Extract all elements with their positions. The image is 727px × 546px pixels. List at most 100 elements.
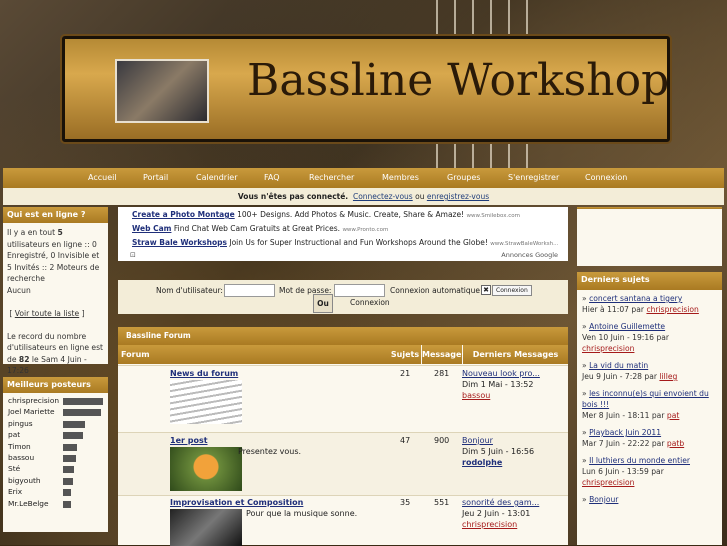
recent-user[interactable]: lilleg <box>659 372 677 381</box>
online-line1b: utilisateurs en ligne :: 0 Enregistré, 0… <box>7 239 100 284</box>
recent-user[interactable]: chrisprecision <box>646 305 698 314</box>
recent-title[interactable]: La vid du matin <box>589 361 648 370</box>
poster-name[interactable]: bassou <box>8 453 34 462</box>
recent-title[interactable]: les inconnu(e)s qui envoient du bois !!! <box>582 389 709 409</box>
auto-login-label: Connexion automatique <box>390 286 480 295</box>
nav-accueil[interactable]: Accueil <box>88 173 117 182</box>
forum-name[interactable]: 1er post <box>170 436 208 445</box>
ad-url-3[interactable]: www.StrawBaleWorksh... <box>490 241 558 247</box>
right-top-box <box>577 207 722 266</box>
online-box: Qui est en ligne ? Il y a en tout 5 util… <box>3 207 108 375</box>
password-input[interactable] <box>334 284 385 297</box>
right-top-bar <box>577 207 722 209</box>
poster-name[interactable]: Timon <box>8 442 31 451</box>
col-topics: Sujets <box>389 345 421 364</box>
forum-messages: 551 <box>434 498 450 507</box>
nav-faq[interactable]: FAQ <box>264 173 280 182</box>
bullet-icon: » <box>582 322 590 331</box>
nav-calendrier[interactable]: Calendrier <box>196 173 238 182</box>
drink-image <box>170 447 242 491</box>
recent-title[interactable]: Playback Juin 2011 <box>589 428 661 437</box>
nav-groupes[interactable]: Groupes <box>447 173 480 182</box>
recent-by: par <box>651 411 665 420</box>
recent-user[interactable]: chrisprecision <box>582 344 634 353</box>
recent-list: » concert santana a tigery Hier à 11:07 p… <box>577 290 722 511</box>
recent-item: » Playback Juin 2011 Mar 7 Juin - 22:22 p… <box>577 427 722 455</box>
recent-title[interactable]: Bonjour <box>589 495 618 504</box>
recent-user[interactable]: chrisprecision <box>582 478 634 487</box>
ad-title-3[interactable]: Straw Bale Workshops <box>132 238 227 247</box>
recent-item: » les inconnu(e)s qui envoient du bois !… <box>577 388 722 427</box>
google-ads: Create a Photo Montage 100+ Designs. Add… <box>118 207 568 261</box>
forum-category-title[interactable]: Bassline Forum <box>118 327 568 345</box>
last-post-user[interactable]: bassou <box>462 391 490 400</box>
recent-item: » Il luthiers du monde entier Lun 6 Juin … <box>577 455 722 494</box>
login-link[interactable]: Connectez-vous <box>353 192 413 201</box>
ads-footer[interactable]: Annonces Google <box>501 251 558 259</box>
last-post-user[interactable]: rodolphe <box>462 458 502 467</box>
bullet-icon: » <box>582 361 590 370</box>
login-submit-button[interactable]: Connexion <box>492 285 532 296</box>
bullet-icon: » <box>582 294 590 303</box>
ad-title-2[interactable]: Web Cam <box>132 224 171 233</box>
ad-title-1[interactable]: Create a Photo Montage <box>132 210 235 219</box>
forum-row: Improvisation et Composition Pour que la… <box>118 495 568 546</box>
recent-title[interactable]: Il luthiers du monde entier <box>589 456 690 465</box>
recent-user[interactable]: patb <box>667 439 684 448</box>
forum-name[interactable]: Improvisation et Composition <box>170 498 303 507</box>
forum-topics: 35 <box>400 498 411 507</box>
ad-choices-icon[interactable]: ⊡ <box>130 251 136 259</box>
nav-membres[interactable]: Membres <box>382 173 419 182</box>
forum-row: News du forum 21 281 Nouveau look pro...… <box>118 365 568 432</box>
connexion-link[interactable]: Connexion <box>350 298 390 307</box>
recent-by: par <box>651 467 664 476</box>
poster-name[interactable]: pat <box>8 430 20 439</box>
poster-name[interactable]: bigyouth <box>8 476 41 485</box>
ad-text-1: 100+ Designs. Add Photos & Music. Create… <box>237 210 465 219</box>
nav-rechercher[interactable]: Rechercher <box>309 173 354 182</box>
ad-url-2[interactable]: www.Pronto.com <box>342 227 388 233</box>
ad-url-1[interactable]: www.Smilebox.com <box>467 213 520 219</box>
poster-row: Timon <box>3 442 108 453</box>
online-heading: Qui est en ligne ? <box>3 207 108 223</box>
poster-row: bassou <box>3 453 108 464</box>
last-post-user[interactable]: chrisprecision <box>462 520 517 529</box>
or-button[interactable]: Ou <box>313 294 333 313</box>
view-all-link[interactable]: Voir toute la liste <box>15 309 79 318</box>
register-link[interactable]: enregistrez-vous <box>427 192 489 201</box>
ad-text-3: Join Us for Super Instructional and Fun … <box>229 238 488 247</box>
forum-name[interactable]: News du forum <box>170 369 238 378</box>
poster-bar <box>63 454 76 462</box>
poster-name[interactable]: Sté <box>8 464 20 473</box>
auto-login-checkbox[interactable]: ✖ <box>481 285 491 295</box>
recent-title[interactable]: Antoine Guillemette <box>589 322 665 331</box>
poster-row: Sté <box>3 464 108 475</box>
recent-title[interactable]: concert santana a tigery <box>589 294 682 303</box>
newspaper-image <box>170 380 242 424</box>
posters-list: chrisprecision Joel Mariette pingus pat Timo… <box>3 393 108 510</box>
nav-connexion[interactable]: Connexion <box>585 173 627 182</box>
nav-portail[interactable]: Portail <box>143 173 168 182</box>
poster-name[interactable]: Joel Mariette <box>8 407 55 416</box>
online-count: 5 <box>57 228 63 237</box>
forum-messages: 900 <box>434 436 450 445</box>
top-posters-box: Meilleurs posteurs chrisprecision Joel Ma… <box>3 377 108 532</box>
poster-name[interactable]: Mr.LeBelge <box>8 499 49 508</box>
last-post-title[interactable]: sonorité des gam... <box>462 498 539 507</box>
last-post-title[interactable]: Nouveau look pro... <box>462 369 540 378</box>
last-post-date: Dim 1 Mai - 13:52 <box>462 380 534 389</box>
nav-register[interactable]: S'enregistrer <box>508 173 559 182</box>
poster-name[interactable]: Erix <box>8 487 22 496</box>
forum-table: Bassline Forum Forum Sujets Messages Der… <box>118 327 568 546</box>
online-line1: Il y a en tout <box>7 228 56 237</box>
last-post-title[interactable]: Bonjour <box>462 436 493 445</box>
username-input[interactable] <box>224 284 275 297</box>
recent-item: » Bonjour <box>577 494 722 511</box>
record-count: 82 <box>18 354 30 364</box>
recent-user[interactable]: pat <box>667 411 679 420</box>
username-label: Nom d'utilisateur: <box>156 286 223 295</box>
poster-name[interactable]: chrisprecision <box>8 396 59 405</box>
site-banner: Bassline Workshop <box>62 36 670 142</box>
last-post-date: Dim 5 Juin - 16:56 <box>462 447 535 456</box>
poster-name[interactable]: pingus <box>8 419 33 428</box>
